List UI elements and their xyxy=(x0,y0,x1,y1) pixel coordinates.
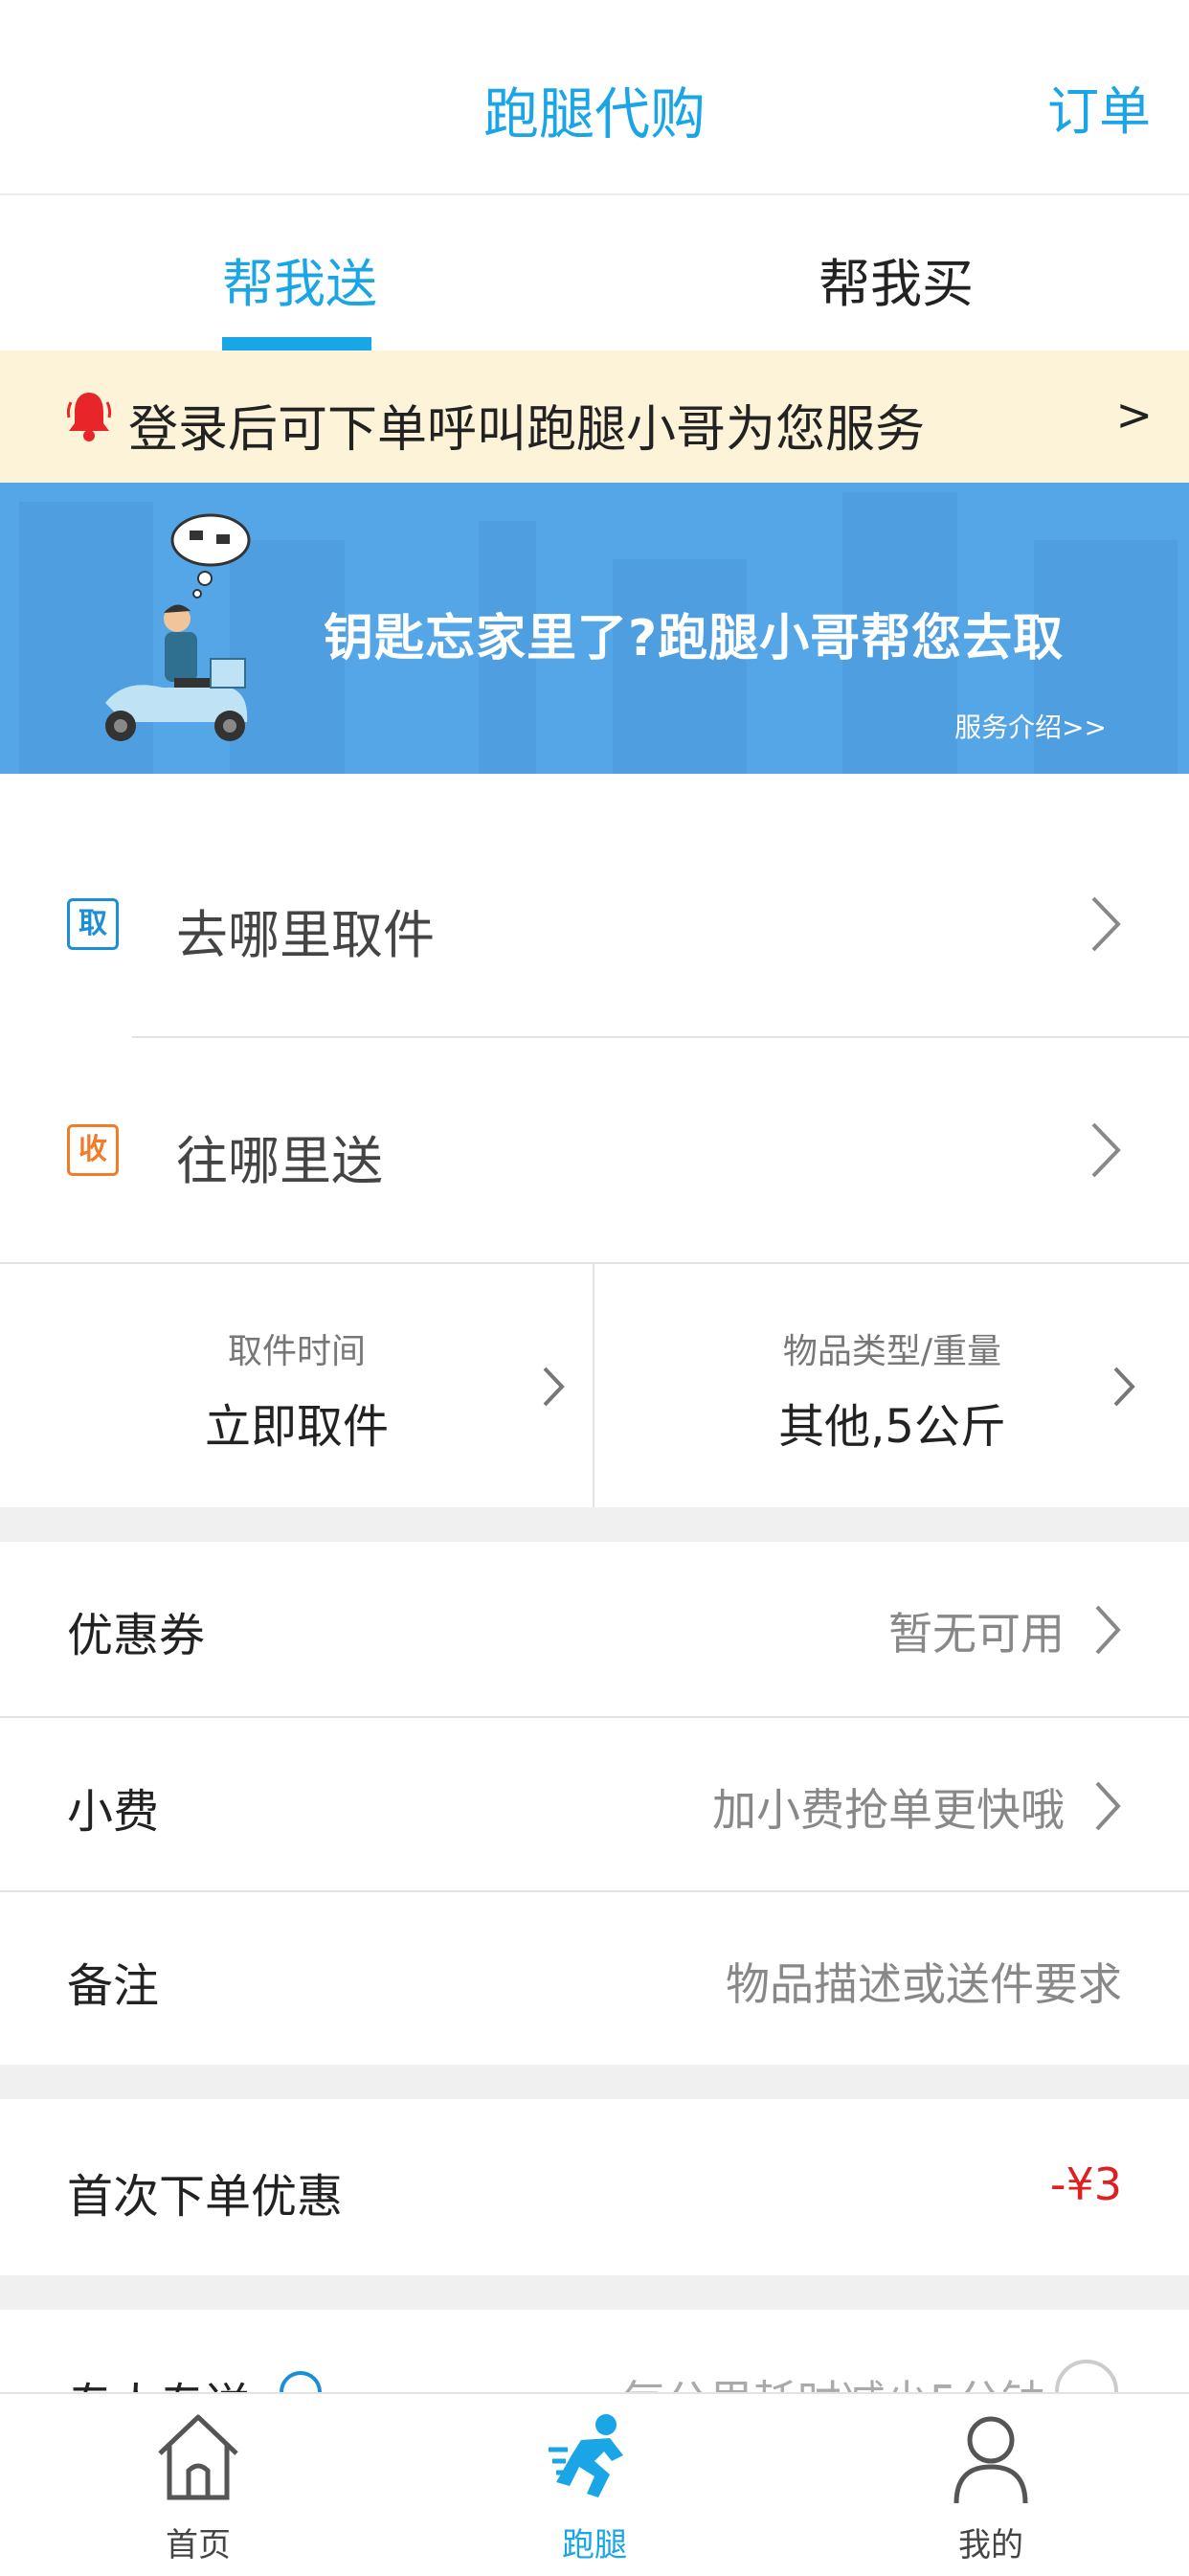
home-icon xyxy=(158,2414,238,2500)
chevron-right-icon xyxy=(1113,1367,1135,1407)
pickup-badge: 取 xyxy=(67,898,119,950)
pickup-time-label: 取件时间 xyxy=(227,1332,366,1371)
toggle-radio[interactable] xyxy=(1053,2358,1120,2392)
tip-label: 小费 xyxy=(67,1785,160,1839)
chevron-right-icon xyxy=(1095,1781,1121,1831)
chevron-right-icon xyxy=(1091,1122,1121,1178)
pickup-address-row[interactable]: 取 去哪里取件 xyxy=(0,812,1189,1038)
orders-button[interactable]: 订单 xyxy=(1047,69,1151,145)
vertical-divider xyxy=(593,1264,594,1507)
service-banner[interactable]: 钥匙忘家里了?跑腿小哥帮您去取 服务介绍>> xyxy=(0,483,1189,774)
coupon-label: 优惠券 xyxy=(67,1609,206,1662)
delivery-address-placeholder: 往哪里送 xyxy=(176,1131,383,1191)
chevron-right-icon xyxy=(543,1367,565,1407)
item-type-label: 物品类型/重量 xyxy=(782,1332,1002,1371)
dedicated-delivery-value: 每公里耗时减少5分钟 xyxy=(621,2367,1045,2392)
dedicated-delivery-row[interactable]: 专人专送 每公里耗时减少5分钟 xyxy=(0,2310,1189,2392)
first-order-discount-row: 首次下单优惠 -¥3 xyxy=(0,2099,1189,2275)
page-title: 跑腿代购 xyxy=(482,81,706,147)
nav-profile[interactable]: 我的 xyxy=(793,2394,1189,2576)
nav-home[interactable]: 首页 xyxy=(0,2394,396,2576)
notice-arrow: > xyxy=(1115,389,1153,441)
scooter-rider-illustration xyxy=(105,513,251,741)
coupon-row[interactable]: 优惠券 暂无可用 xyxy=(0,1542,1189,1714)
delivery-badge: 收 xyxy=(67,1124,119,1176)
section-gap xyxy=(0,2065,1189,2099)
nav-profile-label: 我的 xyxy=(958,2526,1023,2565)
dedicated-delivery-label: 专人专送 xyxy=(67,2367,251,2392)
profile-icon xyxy=(953,2416,1028,2504)
pickup-time-value: 立即取件 xyxy=(204,1400,389,1454)
note-input[interactable]: 物品描述或送件要求 xyxy=(726,1950,1122,2013)
help-icon[interactable] xyxy=(278,2369,324,2392)
banner-title: 钥匙忘家里了?跑腿小哥帮您去取 xyxy=(324,610,1065,667)
item-type-value: 其他,5公斤 xyxy=(778,1400,1006,1454)
bell-icon xyxy=(66,393,112,441)
section-gap xyxy=(0,1507,1189,1542)
item-type-cell[interactable]: 物品类型/重量 其他,5公斤 xyxy=(595,1264,1189,1509)
tab-send-for-me[interactable]: 帮我送 xyxy=(222,241,377,317)
first-order-discount-value: -¥3 xyxy=(1049,2158,1122,2210)
coupon-value: 暂无可用 xyxy=(888,1608,1065,1660)
nav-errand[interactable]: 跑腿 xyxy=(396,2394,793,2576)
note-row[interactable]: 备注 物品描述或送件要求 xyxy=(0,1892,1189,2065)
bottom-navigation: 首页 跑腿 我的 xyxy=(0,2392,1189,2576)
active-tab-indicator xyxy=(222,337,371,350)
tab-buy-for-me[interactable]: 帮我买 xyxy=(819,241,974,317)
notice-text: 登录后可下单呼叫跑腿小哥为您服务 xyxy=(128,401,926,459)
login-notice-bar[interactable]: 登录后可下单呼叫跑腿小哥为您服务 > xyxy=(0,350,1189,483)
tip-row[interactable]: 小费 加小费抢单更快哦 xyxy=(0,1718,1189,1890)
chevron-right-icon xyxy=(1091,896,1121,952)
runner-icon xyxy=(549,2414,623,2497)
pickup-time-cell[interactable]: 取件时间 立即取件 xyxy=(0,1264,594,1509)
nav-errand-label: 跑腿 xyxy=(562,2526,627,2565)
delivery-address-row[interactable]: 收 往哪里送 xyxy=(0,1038,1189,1264)
first-order-label: 首次下单优惠 xyxy=(67,2170,344,2224)
top-bar: 跑腿代购 订单 xyxy=(0,0,1189,195)
service-intro-link[interactable]: 服务介绍>> xyxy=(954,707,1107,745)
tab-bar: 帮我送 帮我买 xyxy=(0,195,1189,350)
chevron-right-icon xyxy=(1095,1605,1121,1655)
pickup-options: 取件时间 立即取件 物品类型/重量 其他,5公斤 xyxy=(0,1262,1189,1509)
tip-value: 加小费抢单更快哦 xyxy=(712,1784,1065,1836)
nav-home-label: 首页 xyxy=(166,2526,231,2565)
note-label: 备注 xyxy=(67,1959,160,2013)
section-gap xyxy=(0,2275,1189,2310)
pickup-address-placeholder: 去哪里取件 xyxy=(176,905,435,965)
